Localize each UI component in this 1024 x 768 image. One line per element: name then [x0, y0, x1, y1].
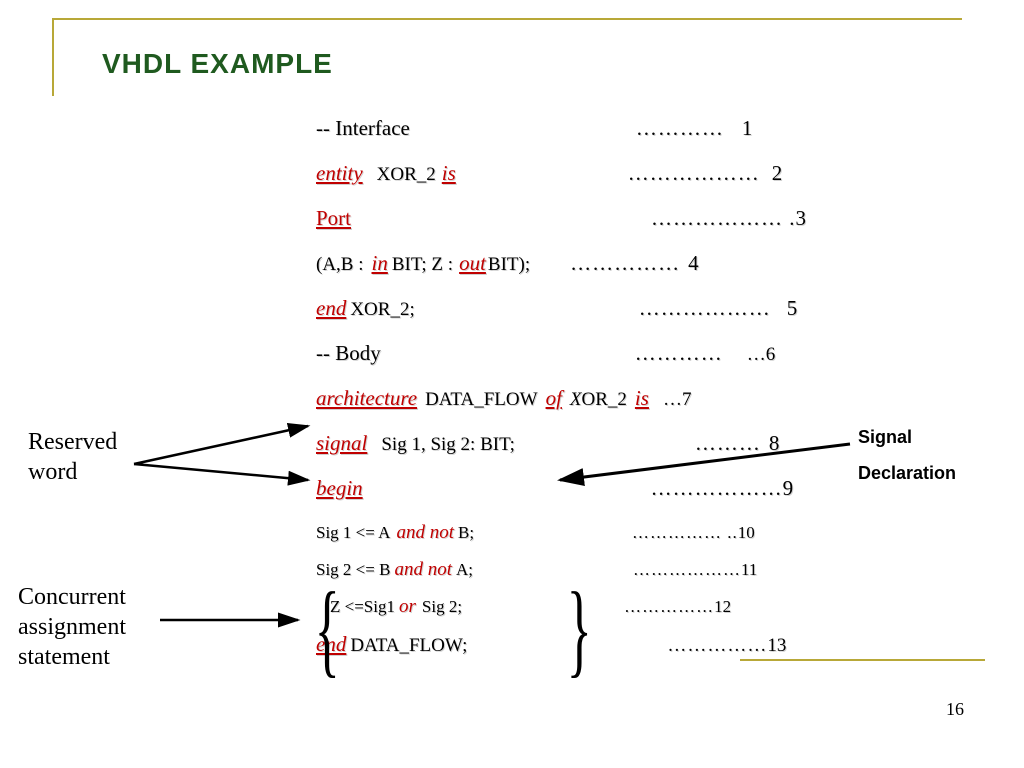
code-line-5: end XOR_2; ……………… 5 [316, 298, 806, 319]
code-line-12: Z <=Sig1 or Sig 2; …………… 12 [316, 597, 806, 616]
brace-left-icon: { [315, 576, 340, 681]
brace-right-icon: } [567, 576, 592, 681]
code-line-10: Sig 1 <= A and not B; …………… .. 10 [316, 523, 806, 542]
vhdl-code-block: -- Interface ………… 1 entity XOR_2 is …………… [316, 118, 806, 679]
label-signal-declaration: Signal Declaration [858, 419, 956, 491]
code-line-3: Port ……………… . 3 [316, 208, 806, 229]
code-line-11: Sig 2 <= B and not A; ……………… 11 [316, 560, 806, 579]
label-reserved-word: Reserved word [28, 427, 117, 487]
arrow-concurrent-icon [158, 610, 318, 630]
code-line-7: architecture DATA_FLOW of XOR_2 is …7 [316, 388, 806, 409]
slide-title: VHDL EXAMPLE [102, 48, 333, 80]
page-number: 16 [946, 699, 964, 720]
code-line-4: (A,B : in BIT; Z : out BIT); …………… 4 [316, 253, 806, 274]
arrow-reserved-to-signal-icon [130, 458, 330, 508]
decorative-top-rule [52, 18, 962, 20]
code-line-1: -- Interface ………… 1 [316, 118, 806, 139]
code-line-6: -- Body ………… …6 [316, 343, 806, 364]
label-concurrent-assignment: Concurrent assignment statement [18, 582, 126, 672]
code-line-2: entity XOR_2 is ……………… 2 [316, 163, 806, 184]
decorative-left-rule [52, 18, 54, 96]
code-line-13: end DATA_FLOW; …………… 13 [316, 634, 806, 655]
arrow-signal-declaration-icon [550, 440, 860, 490]
